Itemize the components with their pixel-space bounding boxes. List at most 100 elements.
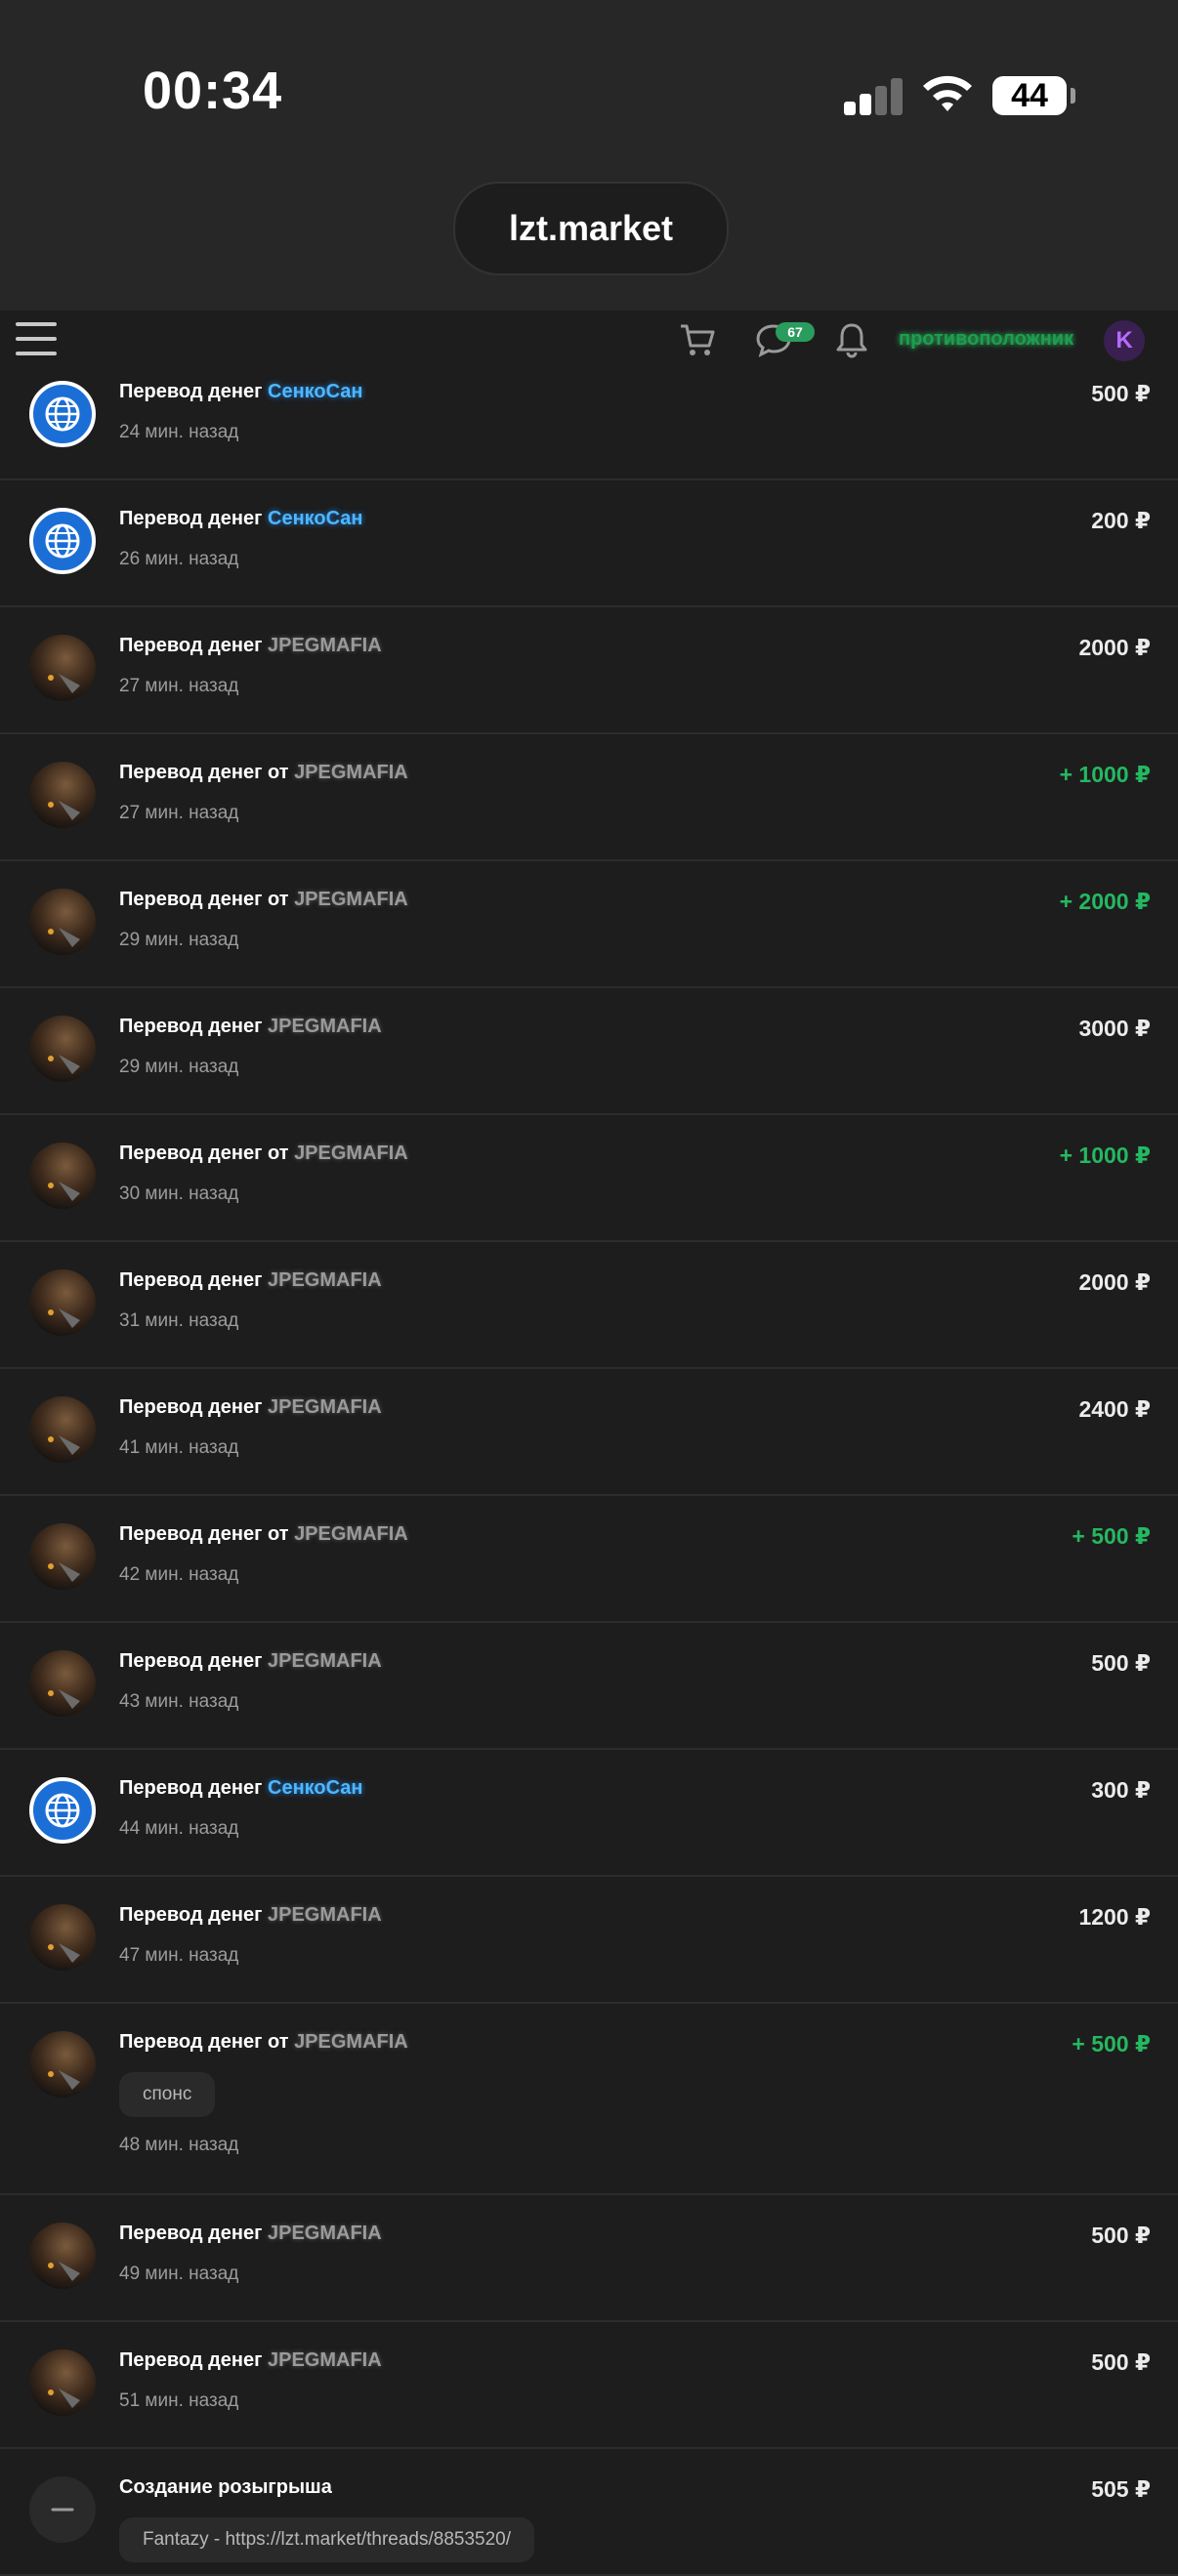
transaction-title: Перевод денег СенкоСан (119, 381, 363, 403)
transaction-time: 29 мин. назад (119, 930, 239, 950)
counterparty-username[interactable]: JPEGMAFIA (294, 1523, 408, 1545)
transaction-row[interactable]: Перевод денег СенкоСан 24 мин. назад 500 ₽ (0, 369, 1178, 480)
transaction-title: Создание розыгрыша (119, 2476, 332, 2499)
user-avatar[interactable] (29, 2349, 96, 2416)
counterparty-username[interactable]: JPEGMAFIA (294, 889, 408, 910)
user-avatar[interactable] (29, 1650, 96, 1717)
transaction-title: Перевод денег JPEGMAFIA (119, 1904, 382, 1927)
counterparty-username[interactable]: СенкоСан (268, 381, 363, 402)
bell-icon[interactable] (832, 320, 871, 359)
globe-avatar-icon[interactable] (29, 1777, 96, 1844)
transaction-row[interactable]: Перевод денег СенкоСан 26 мин. назад 200 ₽ (0, 480, 1178, 607)
transaction-title: Перевод денег JPEGMAFIA (119, 1016, 382, 1038)
transaction-type: Перевод денег (119, 635, 263, 656)
user-avatar[interactable] (29, 2223, 96, 2289)
counterparty-username[interactable]: JPEGMAFIA (294, 762, 408, 783)
transaction-type: Перевод денег (119, 1396, 263, 1418)
transaction-time: 44 мин. назад (119, 1818, 239, 1839)
user-avatar[interactable] (29, 889, 96, 955)
url-bar[interactable]: lzt.market (453, 182, 729, 275)
transaction-amount: 500 ₽ (1091, 1650, 1151, 1676)
transaction-row[interactable]: Перевод денег JPEGMAFIA 49 мин. назад 500 … (0, 2195, 1178, 2322)
transaction-time: 30 мин. назад (119, 1184, 239, 1204)
counterparty-username[interactable]: JPEGMAFIA (294, 1143, 408, 1164)
transaction-amount: + 1000 ₽ (1059, 1143, 1151, 1168)
user-avatar[interactable] (29, 1523, 96, 1590)
transaction-title: Перевод денег СенкоСан (119, 1777, 363, 1800)
transaction-row[interactable]: Перевод денег от JPEGMAFIA 29 мин. назад +… (0, 861, 1178, 988)
transaction-amount: + 1000 ₽ (1059, 762, 1151, 787)
user-avatar[interactable] (29, 1904, 96, 1971)
transaction-title: Перевод денег от JPEGMAFIA (119, 2031, 408, 2054)
transaction-amount: 300 ₽ (1091, 1777, 1151, 1803)
transaction-amount: 500 ₽ (1091, 381, 1151, 406)
user-avatar[interactable]: K (1104, 320, 1145, 361)
transaction-title: Перевод денег от JPEGMAFIA (119, 1523, 408, 1546)
user-avatar[interactable] (29, 762, 96, 828)
counterparty-username[interactable]: JPEGMAFIA (268, 1396, 382, 1418)
user-avatar[interactable] (29, 635, 96, 701)
transaction-title: Перевод денег от JPEGMAFIA (119, 889, 408, 911)
transaction-type: Перевод денег (119, 1904, 263, 1926)
user-avatar[interactable] (29, 1143, 96, 1209)
transaction-title: Перевод денег JPEGMAFIA (119, 1269, 382, 1292)
globe-avatar-icon[interactable] (29, 508, 96, 574)
menu-icon[interactable] (16, 320, 57, 357)
globe-avatar-icon[interactable] (29, 381, 96, 447)
transaction-row[interactable]: Перевод денег JPEGMAFIA 47 мин. назад 1200… (0, 1877, 1178, 2004)
transaction-title: Перевод денег JPEGMAFIA (119, 635, 382, 657)
transaction-row[interactable]: Перевод денег от JPEGMAFIA 27 мин. назад +… (0, 734, 1178, 861)
transaction-amount: 200 ₽ (1091, 508, 1151, 533)
user-avatar[interactable] (29, 1269, 96, 1336)
transaction-type: Перевод денег (119, 2223, 263, 2244)
minus-icon[interactable] (29, 2476, 96, 2543)
wifi-icon (923, 75, 972, 111)
transaction-title: Перевод денег JPEGMAFIA (119, 1650, 382, 1673)
counterparty-username[interactable]: JPEGMAFIA (268, 635, 382, 656)
counterparty-username[interactable]: JPEGMAFIA (268, 1650, 382, 1672)
transaction-amount: 500 ₽ (1091, 2349, 1151, 2375)
transaction-time: 49 мин. назад (119, 2264, 239, 2284)
status-bar: 00:34 44 lzt.market (0, 0, 1178, 311)
user-avatar[interactable] (29, 1396, 96, 1463)
cart-icon[interactable] (678, 320, 717, 359)
user-avatar[interactable] (29, 1016, 96, 1082)
transaction-type: Перевод денег от (119, 889, 289, 910)
counterparty-username[interactable]: СенкоСан (268, 508, 363, 529)
counterparty-username[interactable]: JPEGMAFIA (268, 1016, 382, 1037)
battery-tip (1071, 88, 1075, 104)
counterparty-username[interactable]: JPEGMAFIA (268, 2223, 382, 2244)
transaction-row[interactable]: Перевод денег JPEGMAFIA 31 мин. назад 2000… (0, 1242, 1178, 1369)
current-username[interactable]: противоположник (899, 328, 1073, 351)
transaction-row[interactable]: Перевод денег JPEGMAFIA 51 мин. назад 500 … (0, 2322, 1178, 2449)
transaction-time: 48 мин. назад (119, 2135, 239, 2155)
transaction-row[interactable]: Перевод денег от JPEGMAFIA 30 мин. назад +… (0, 1115, 1178, 1242)
messages-badge: 67 (776, 322, 815, 342)
transaction-row[interactable]: Перевод денег JPEGMAFIA 27 мин. назад 2000… (0, 607, 1178, 734)
transaction-time: 51 мин. назад (119, 2390, 239, 2411)
transaction-amount: 505 ₽ (1091, 2476, 1151, 2502)
transaction-comment: спонс (119, 2072, 216, 2117)
transaction-type: Перевод денег от (119, 1143, 289, 1164)
transaction-amount: 2000 ₽ (1078, 635, 1151, 660)
transaction-amount: 2400 ₽ (1078, 1396, 1151, 1422)
transaction-row[interactable]: Перевод денег JPEGMAFIA 43 мин. назад 500 … (0, 1623, 1178, 1750)
counterparty-username[interactable]: СенкоСан (268, 1777, 363, 1799)
counterparty-username[interactable]: JPEGMAFIA (294, 2031, 408, 2053)
transaction-title: Перевод денег СенкоСан (119, 508, 363, 530)
transaction-row[interactable]: Перевод денег JPEGMAFIA 41 мин. назад 2400… (0, 1369, 1178, 1496)
transaction-type: Перевод денег (119, 508, 263, 529)
counterparty-username[interactable]: JPEGMAFIA (268, 2349, 382, 2371)
transaction-row[interactable]: Создание розыгрыша Fantazy - https://lzt.… (0, 2449, 1178, 2576)
transaction-row[interactable]: Перевод денег СенкоСан 44 мин. назад 300 ₽ (0, 1750, 1178, 1877)
transaction-row[interactable]: Перевод денег JPEGMAFIA 29 мин. назад 3000… (0, 988, 1178, 1115)
counterparty-username[interactable]: JPEGMAFIA (268, 1904, 382, 1926)
counterparty-username[interactable]: JPEGMAFIA (268, 1269, 382, 1291)
transaction-type: Перевод денег от (119, 1523, 289, 1545)
cellular-signal-icon (844, 76, 903, 115)
user-avatar[interactable] (29, 2031, 96, 2098)
transaction-amount: + 500 ₽ (1072, 1523, 1151, 1549)
transaction-time: 47 мин. назад (119, 1945, 239, 1966)
transaction-row[interactable]: Перевод денег от JPEGMAFIA спонс 48 мин. н… (0, 2004, 1178, 2195)
transaction-row[interactable]: Перевод денег от JPEGMAFIA 42 мин. назад +… (0, 1496, 1178, 1623)
